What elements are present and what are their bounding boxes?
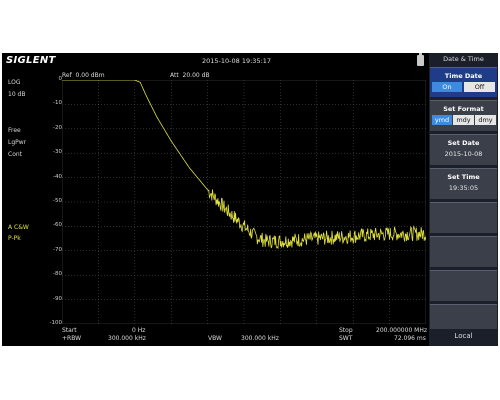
ref-label: Ref: [62, 72, 72, 79]
y-tick-label: -10: [53, 100, 62, 107]
analyzer-screen: SIGLENT 2015-10-08 19:35:17 LOG 10 dB Fr…: [2, 53, 498, 346]
format-ymd[interactable]: ymd: [432, 115, 452, 125]
scale-div: 10 dB: [8, 91, 26, 98]
y-tick-label: -40: [53, 173, 62, 180]
trigger-mode: Free: [8, 127, 21, 134]
empty-key-6[interactable]: [430, 236, 497, 267]
spectrum-graph[interactable]: [62, 80, 426, 324]
y-tick-label: 0: [58, 76, 63, 82]
y-tick-label: -70: [53, 246, 62, 253]
y-tick-label: -50: [53, 198, 62, 204]
status-local: Local: [454, 332, 473, 340]
format-dmy[interactable]: dmy: [475, 115, 496, 125]
swt-label: SWT: [339, 335, 353, 342]
set-time-value: 19:35:05: [448, 184, 479, 192]
set-time-label: Set Time: [447, 173, 480, 181]
start-value: 0 Hz: [132, 327, 146, 334]
trace-mode: A C&W: [8, 224, 29, 231]
menu-title: Date & Time: [443, 55, 484, 63]
scale-type: LOG: [8, 79, 21, 86]
time-date-off[interactable]: Off: [464, 82, 495, 92]
datetime-display: 2015-10-08 19:35:17: [202, 57, 272, 65]
y-tick-label: -80: [53, 271, 62, 278]
rbw-value: 300.000 kHz: [108, 335, 146, 342]
set-date-label: Set Date: [447, 139, 480, 147]
attenuation: Att 20.00 dB: [170, 72, 210, 79]
y-tick-label: -20: [53, 124, 62, 131]
y-tick-label: -90: [53, 295, 62, 302]
att-value: 20.00 dB: [182, 72, 210, 79]
time-date-on[interactable]: On: [432, 82, 462, 92]
start-label: Start: [62, 327, 77, 334]
set-format-key[interactable]: Set Format ymd mdy dmy: [430, 100, 497, 131]
trace-detector: P-Pk: [8, 235, 21, 242]
y-tick-label: -30: [53, 149, 62, 156]
grid: [62, 80, 426, 324]
softkey-panel: Date & Time Time Date On Off Set Format …: [429, 53, 498, 346]
stop-label: Stop: [339, 327, 353, 334]
set-format-label: Set Format: [443, 105, 484, 113]
y-tick-label: -100: [49, 320, 62, 326]
vbw-label: VBW: [208, 335, 222, 342]
empty-key-8[interactable]: [430, 304, 497, 329]
ref-value: 0.00 dBm: [75, 72, 105, 79]
empty-key-5[interactable]: [430, 202, 497, 233]
ref-level: Ref 0.00 dBm: [62, 72, 105, 79]
rbw-label: +RBW: [62, 335, 82, 342]
battery-icon: [417, 53, 424, 66]
y-tick-label: -60: [53, 222, 62, 229]
time-date-label: Time Date: [444, 72, 483, 80]
format-mdy[interactable]: mdy: [453, 115, 474, 125]
set-date-key[interactable]: Set Date 2015-10-08: [430, 134, 497, 165]
set-date-value: 2015-10-08: [444, 150, 483, 158]
vbw-value: 300.000 kHz: [241, 335, 279, 342]
swt-value: 72.096 ms: [394, 335, 426, 342]
att-label: Att: [170, 72, 179, 79]
time-date-key[interactable]: Time Date On Off: [430, 67, 497, 97]
set-time-key[interactable]: Set Time 19:35:05: [430, 168, 497, 199]
detector-mode: LgPwr: [8, 139, 27, 146]
stop-value: 200.000000 MHz: [376, 327, 428, 334]
empty-key-7[interactable]: [430, 270, 497, 301]
sweep-mode: Cont: [8, 151, 23, 158]
siglent-logo: SIGLENT: [6, 55, 56, 66]
